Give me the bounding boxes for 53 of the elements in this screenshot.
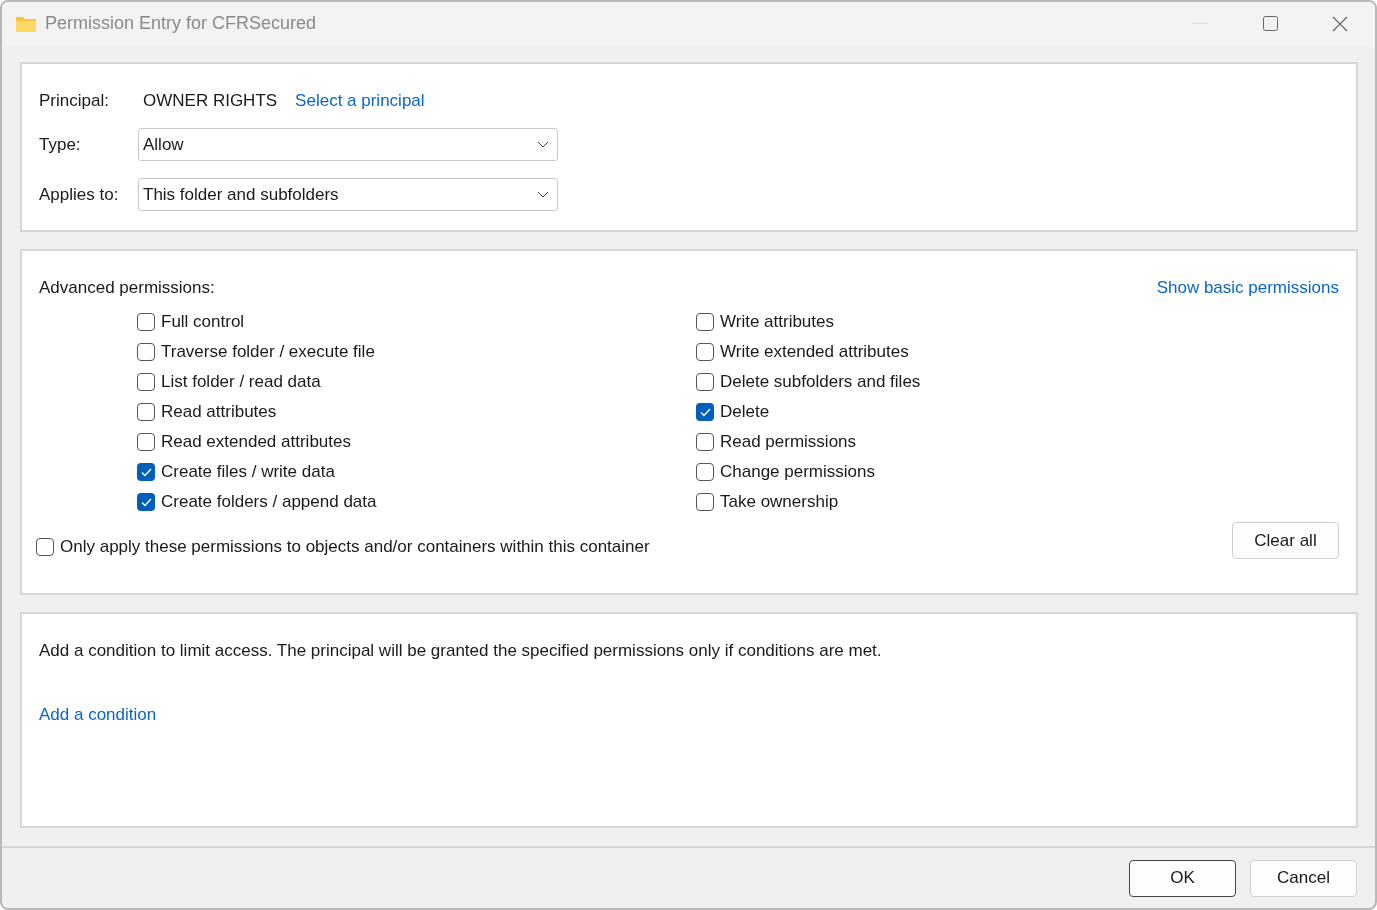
checkbox[interactable] [696,463,714,481]
principal-name: OWNER RIGHTS [143,91,278,111]
chevron-down-icon [537,141,549,148]
checkbox[interactable] [137,463,155,481]
condition-description: Add a condition to limit access. The principal will be granted the specified permissions only if conditions are met. [39,641,883,661]
checkbox-label: Delete [720,402,770,422]
type-label: Type: [39,134,81,154]
checkbox-label: Only apply these permissions to objects and/or containers within this container [60,536,650,557]
applies-to-label: Applies to: [39,184,119,204]
principal-label: Principal: [39,91,110,111]
checkbox-label: Full control [161,312,245,332]
checkbox[interactable] [137,493,155,511]
checkbox-label: Read attributes [161,402,277,422]
folder-icon [15,14,37,33]
checkbox[interactable] [137,343,155,361]
checkbox[interactable] [137,373,155,391]
checkbox-label: Change permissions [720,462,875,482]
checkbox[interactable] [137,313,155,331]
show-basic-permissions-link[interactable]: Show basic permissions [1156,278,1339,298]
checkbox-label: Read extended attributes [161,432,351,452]
checkbox-label: Write extended attributes [720,342,909,362]
maximize-icon[interactable] [1262,16,1278,31]
add-condition-link[interactable]: Add a condition [39,705,157,724]
advanced-permissions-heading: Advanced permissions: [39,278,215,298]
checkmark-icon [140,497,152,507]
checkbox[interactable] [696,493,714,511]
checkbox[interactable] [696,343,714,361]
checkbox[interactable] [696,373,714,391]
applies-to-dropdown[interactable]: This folder and subfolders [138,178,558,211]
window-title: Permission Entry for CFRSecured [45,13,318,34]
checkbox[interactable] [137,403,155,421]
checkbox[interactable] [696,313,714,331]
checkbox[interactable] [36,537,54,556]
checkmark-icon [699,407,711,417]
chevron-down-icon [537,191,549,198]
checkbox[interactable] [137,433,155,451]
checkbox-label: Write attributes [720,312,834,332]
checkbox-label: Take ownership [720,492,839,512]
select-principal-link[interactable]: Select a principal [295,91,425,111]
checkmark-icon [140,467,152,477]
checkbox-label: Delete subfolders and files [720,372,921,392]
checkbox-label: Read permissions [720,432,857,452]
type-dropdown[interactable]: Allow [138,128,558,161]
checkbox-label: Traverse folder / execute file [161,342,375,362]
close-icon[interactable] [1332,15,1348,32]
ok-button[interactable]: OK [1129,859,1236,897]
checkbox-label: Create folders / append data [161,492,377,512]
cancel-button[interactable]: Cancel [1250,859,1357,897]
checkbox-label: Create files / write data [161,462,335,482]
checkbox[interactable] [696,403,714,421]
checkbox-label: List folder / read data [161,372,321,392]
clear-all-button[interactable]: Clear all [1232,522,1339,559]
checkbox[interactable] [696,433,714,451]
